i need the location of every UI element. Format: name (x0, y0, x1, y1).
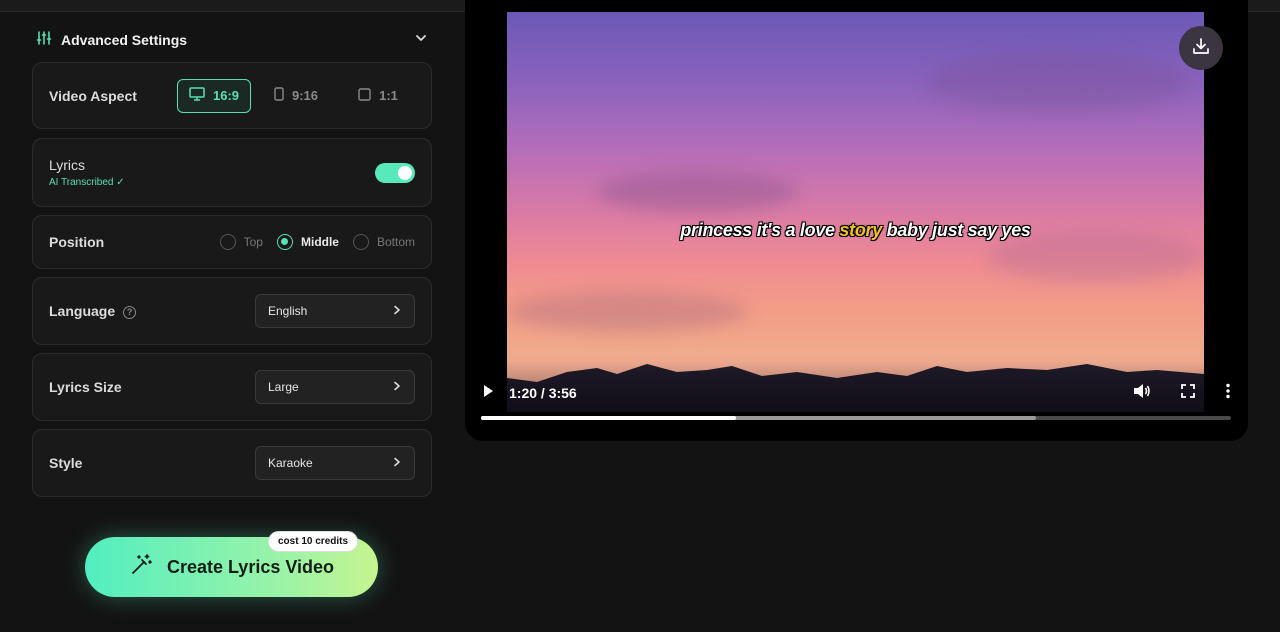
advanced-settings-header[interactable]: Advanced Settings (32, 24, 432, 56)
time-display: 1:20 / 3:56 (509, 385, 577, 401)
position-middle-label: Middle (300, 235, 339, 249)
radio-circle (219, 234, 236, 250)
radio-circle (276, 234, 293, 250)
aspect-options: 16:9 9:16 1:1 (177, 78, 415, 113)
position-card: Position Top Middle Bottom (32, 215, 432, 269)
aspect-16-9-button[interactable]: 16:9 (177, 78, 251, 113)
cloud (597, 172, 797, 212)
chevron-right-icon (392, 304, 402, 318)
position-label: Position (49, 234, 105, 250)
position-middle-radio[interactable]: Middle (276, 234, 339, 250)
lyrics-toggle[interactable] (375, 162, 415, 183)
progress-bar[interactable] (481, 416, 1231, 420)
chevron-down-icon[interactable] (414, 31, 428, 50)
aspect-9-16-label: 9:16 (291, 88, 319, 103)
chevron-right-icon (392, 456, 402, 470)
position-options: Top Middle Bottom (219, 234, 415, 250)
chevron-right-icon (392, 380, 402, 394)
download-button[interactable] (1179, 26, 1223, 70)
help-icon[interactable]: ? (123, 305, 137, 319)
radio-circle (352, 234, 369, 250)
cloud (927, 52, 1187, 112)
language-label-wrap: Language? (49, 303, 137, 319)
ai-transcribed-status: AI Transcribed ✓ (49, 177, 125, 188)
magic-wand-icon (129, 553, 153, 582)
lyrics-label: Lyrics (49, 157, 86, 173)
lyric-before: princess it's a love (680, 220, 840, 240)
style-label: Style (49, 455, 83, 471)
lyrics-overlay: princess it's a love story baby just say… (507, 220, 1204, 241)
aspect-16-9-label: 16:9 (212, 88, 240, 103)
more-vertical-icon[interactable] (1225, 383, 1231, 404)
settings-panel: Advanced Settings (32, 24, 432, 62)
lyrics-size-select[interactable]: Large (255, 370, 415, 404)
phone-icon (274, 87, 284, 104)
language-value: English (268, 304, 308, 318)
toggle-knob (398, 165, 412, 180)
lyric-after: baby just say yes (881, 220, 1031, 240)
monitor-icon (189, 87, 205, 104)
language-select[interactable]: English (255, 294, 415, 328)
aspect-1-1-label: 1:1 (379, 88, 398, 103)
volume-icon[interactable] (1133, 383, 1151, 404)
language-card: Language? English (32, 277, 432, 345)
video-aspect-card: Video Aspect 16:9 9:16 1:1 (32, 62, 432, 129)
video-player[interactable]: princess it's a love story baby just say… (465, 0, 1248, 441)
fullscreen-icon[interactable] (1181, 383, 1195, 403)
lyrics-size-value: Large (268, 380, 299, 394)
position-bottom-radio[interactable]: Bottom (352, 234, 415, 250)
square-icon (358, 87, 371, 104)
style-select[interactable]: Karaoke (255, 446, 415, 480)
style-card: Style Karaoke (32, 429, 432, 497)
download-icon (1191, 36, 1211, 61)
lyric-highlight: story (839, 220, 882, 240)
position-top-radio[interactable]: Top (219, 234, 263, 250)
create-lyrics-video-label: Create Lyrics Video (166, 556, 335, 577)
aspect-1-1-button[interactable]: 1:1 (341, 79, 415, 113)
played-range (481, 416, 736, 420)
cost-credits-badge: cost 10 credits (268, 531, 359, 552)
lyrics-size-card: Lyrics Size Large (32, 353, 432, 421)
video-controls: 1:20 / 3:56 (481, 380, 1231, 406)
video-frame: princess it's a love story baby just say… (507, 12, 1204, 412)
cloud (507, 292, 747, 332)
position-top-label: Top (243, 235, 263, 249)
lyrics-size-label: Lyrics Size (49, 379, 122, 395)
video-aspect-label: Video Aspect (49, 87, 137, 104)
style-value: Karaoke (268, 456, 313, 470)
play-icon[interactable] (481, 384, 495, 403)
aspect-9-16-button[interactable]: 9:16 (259, 79, 333, 113)
sliders-icon (36, 30, 52, 51)
language-label: Language (49, 303, 116, 319)
position-bottom-label: Bottom (376, 235, 415, 249)
advanced-settings-title: Advanced Settings (61, 32, 188, 48)
lyrics-card: Lyrics AI Transcribed ✓ (32, 138, 432, 207)
